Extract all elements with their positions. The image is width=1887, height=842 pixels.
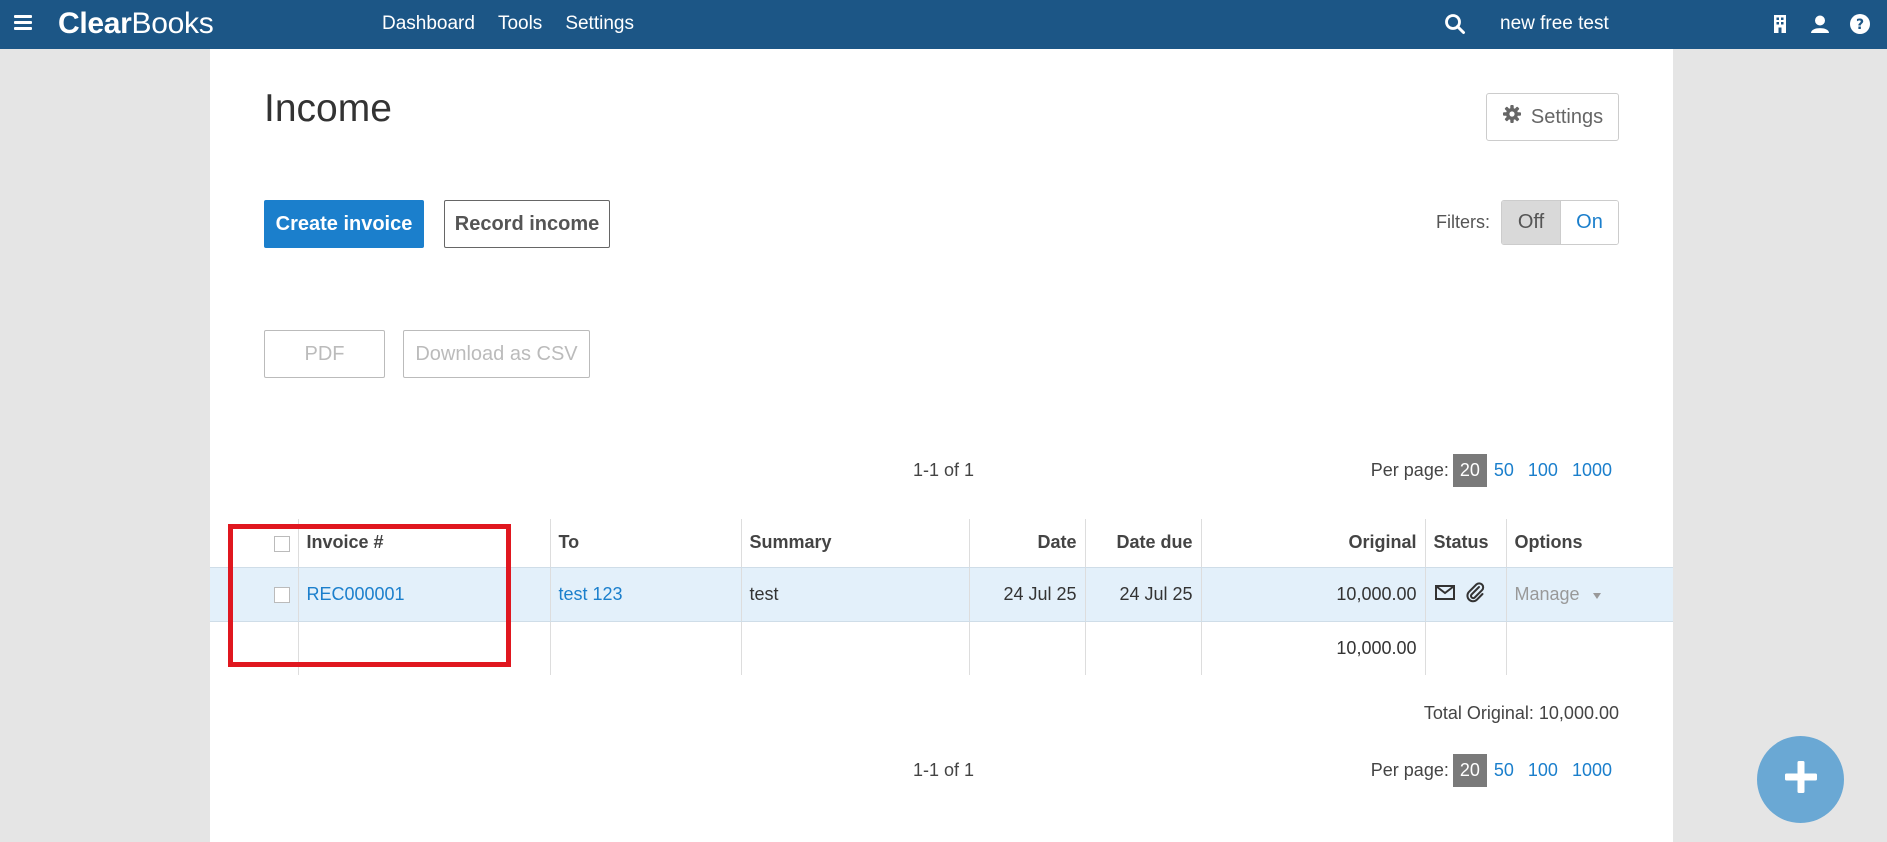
options-cell: Manage bbox=[1505, 567, 1673, 622]
col-date[interactable]: Date bbox=[968, 519, 1085, 568]
per-page-50[interactable]: 50 bbox=[1487, 454, 1521, 487]
top-right-icons: ? bbox=[1769, 13, 1871, 35]
download-csv-button[interactable]: Download as CSV bbox=[403, 330, 590, 378]
per-page-50-bottom[interactable]: 50 bbox=[1487, 754, 1521, 787]
pdf-button[interactable]: PDF bbox=[264, 330, 385, 378]
per-page-20[interactable]: 20 bbox=[1452, 454, 1487, 487]
filters-off-option[interactable]: Off bbox=[1502, 201, 1560, 244]
filters-label: Filters: bbox=[1436, 212, 1490, 232]
invoice-number-link[interactable]: REC000001 bbox=[307, 584, 405, 604]
table-row[interactable]: REC000001 test 123 test 24 Jul 25 24 Jul… bbox=[210, 567, 1673, 622]
total-empty-1 bbox=[210, 621, 298, 675]
per-page-label: Per page: bbox=[1370, 460, 1449, 480]
nav-dashboard[interactable]: Dashboard bbox=[382, 13, 475, 35]
table-header-row: Invoice # To Summary Date Date due Origi… bbox=[210, 519, 1673, 568]
total-empty-7 bbox=[1424, 621, 1506, 675]
original-cell: 10,000.00 bbox=[1200, 567, 1425, 622]
invoice-number-cell: REC000001 bbox=[297, 567, 550, 622]
per-page-20-bottom[interactable]: 20 bbox=[1452, 754, 1487, 787]
page-settings-button[interactable]: Settings bbox=[1486, 93, 1619, 141]
top-navigation-bar: ClearBooks Dashboard Tools Settings new … bbox=[0, 0, 1887, 49]
pagination-count-top: 1-1 of 1 bbox=[913, 460, 975, 480]
filters-toggle: Off On bbox=[1501, 200, 1619, 245]
status-cell bbox=[1424, 567, 1506, 622]
pagination-count-bottom: 1-1 of 1 bbox=[913, 760, 975, 780]
paperclip-icon[interactable] bbox=[1464, 581, 1486, 603]
per-page-label-bottom: Per page: bbox=[1370, 760, 1449, 780]
col-options: Options bbox=[1505, 519, 1673, 568]
nav-settings[interactable]: Settings bbox=[565, 13, 634, 35]
add-new-fab[interactable] bbox=[1757, 736, 1844, 823]
row-checkbox[interactable] bbox=[273, 586, 290, 603]
svg-text:?: ? bbox=[1856, 17, 1864, 33]
total-original-cell: 10,000.00 bbox=[1200, 621, 1425, 675]
total-empty-8 bbox=[1505, 621, 1673, 675]
col-status[interactable]: Status bbox=[1424, 519, 1506, 568]
per-page-100[interactable]: 100 bbox=[1521, 454, 1565, 487]
settings-button-label: Settings bbox=[1530, 105, 1604, 128]
manage-dropdown[interactable]: Manage bbox=[1515, 584, 1602, 605]
record-income-button[interactable]: Record income bbox=[444, 200, 610, 248]
manage-label: Manage bbox=[1514, 583, 1580, 604]
date-cell: 24 Jul 25 bbox=[968, 567, 1085, 622]
col-summary[interactable]: Summary bbox=[740, 519, 969, 568]
to-cell: test 123 bbox=[549, 567, 741, 622]
income-table: Invoice # To Summary Date Date due Origi… bbox=[210, 519, 1673, 675]
search-icon[interactable] bbox=[1444, 13, 1466, 35]
per-page-1000[interactable]: 1000 bbox=[1565, 454, 1619, 487]
total-empty-5 bbox=[968, 621, 1085, 675]
customer-link[interactable]: test 123 bbox=[559, 584, 623, 604]
caret-down-icon bbox=[1592, 584, 1602, 605]
col-date-due[interactable]: Date due bbox=[1084, 519, 1201, 568]
summary-cell: test bbox=[740, 567, 969, 622]
per-page-100-bottom[interactable]: 100 bbox=[1521, 754, 1565, 787]
total-empty-3 bbox=[549, 621, 741, 675]
per-page-top: Per page: 20 50 100 1000 bbox=[1371, 454, 1619, 487]
select-all-checkbox[interactable] bbox=[273, 535, 290, 552]
col-to[interactable]: To bbox=[549, 519, 741, 568]
company-name[interactable]: new free test bbox=[1500, 13, 1609, 35]
clearbooks-logo[interactable]: ClearBooks bbox=[58, 7, 214, 41]
row-select-cell bbox=[210, 567, 298, 622]
col-invoice-number[interactable]: Invoice # bbox=[297, 519, 550, 568]
user-icon[interactable] bbox=[1809, 13, 1831, 35]
total-original-summary: Total Original: 10,000.00 bbox=[1423, 703, 1619, 723]
building-icon[interactable] bbox=[1769, 13, 1791, 35]
select-all-cell bbox=[210, 519, 298, 568]
filters-on-option[interactable]: On bbox=[1560, 201, 1618, 244]
total-empty-6 bbox=[1084, 621, 1201, 675]
total-empty-4 bbox=[740, 621, 969, 675]
per-page-1000-bottom[interactable]: 1000 bbox=[1565, 754, 1619, 787]
table-total-row: 10,000.00 bbox=[210, 621, 1673, 675]
per-page-bottom: Per page: 20 50 100 1000 bbox=[1371, 754, 1619, 787]
gear-icon bbox=[1502, 104, 1522, 130]
menu-icon[interactable] bbox=[14, 12, 36, 36]
content-panel: Income Settings Create invoice Record in… bbox=[210, 49, 1673, 842]
date-due-cell: 24 Jul 25 bbox=[1084, 567, 1201, 622]
envelope-icon[interactable] bbox=[1434, 581, 1456, 603]
nav-tools[interactable]: Tools bbox=[498, 13, 542, 35]
page-title: Income bbox=[264, 87, 392, 130]
create-invoice-button[interactable]: Create invoice bbox=[264, 200, 424, 248]
col-original[interactable]: Original bbox=[1200, 519, 1425, 568]
total-empty-2 bbox=[297, 621, 550, 675]
main-nav: Dashboard Tools Settings bbox=[382, 13, 634, 35]
plus-icon bbox=[1783, 759, 1819, 800]
help-icon[interactable]: ? bbox=[1849, 13, 1871, 35]
